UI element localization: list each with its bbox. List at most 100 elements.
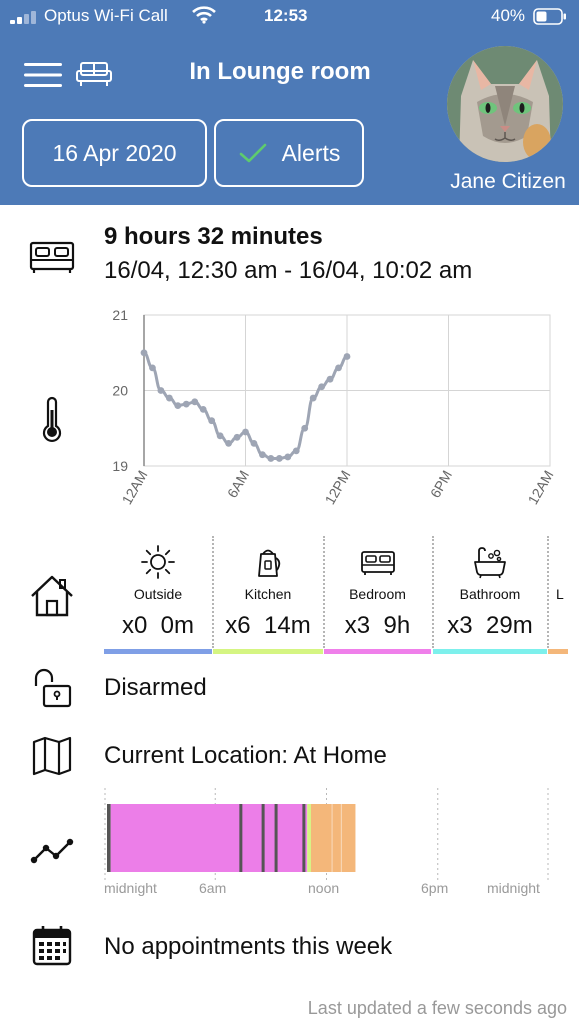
last-updated: Last updated a few seconds ago bbox=[307, 998, 567, 1018]
calendar-icon bbox=[28, 922, 76, 970]
temperature-point bbox=[182, 400, 190, 408]
checkmark-icon bbox=[239, 143, 266, 163]
signal-icon bbox=[10, 11, 36, 24]
date-label: 16 Apr 2020 bbox=[52, 139, 177, 166]
room-name: L bbox=[556, 586, 564, 602]
room-name: Kitchen bbox=[244, 586, 292, 602]
timeline-segment bbox=[107, 804, 111, 872]
room-color-bar bbox=[548, 649, 568, 654]
timeline-segment bbox=[110, 804, 308, 872]
activity-graph-icon bbox=[28, 828, 76, 876]
room-color-bar bbox=[433, 649, 547, 654]
alerts-button[interactable]: Alerts bbox=[214, 119, 364, 187]
temperature-point bbox=[335, 364, 342, 372]
sleep-duration: 9 hours 32 minutes bbox=[104, 223, 323, 250]
temperature-point bbox=[140, 349, 148, 357]
temperature-point bbox=[309, 394, 317, 402]
current-location: Current Location: At Home bbox=[104, 742, 387, 769]
room-name: Outside bbox=[133, 586, 183, 602]
page-title: In Lounge room bbox=[189, 58, 371, 85]
temperature-point bbox=[233, 433, 241, 441]
room-stats: x3 29m bbox=[447, 612, 533, 639]
temperature-point bbox=[242, 428, 249, 436]
room-stats: x3 9h bbox=[344, 612, 411, 639]
temperature-point bbox=[199, 405, 207, 413]
timeline-label: noon bbox=[308, 880, 340, 896]
y-tick-label: 21 bbox=[112, 307, 128, 323]
temperature-chart: 19202112AM 6AM 12PM 6PM 12AM bbox=[112, 307, 556, 508]
room-stats: x6 14m bbox=[225, 612, 311, 639]
carrier-label: Optus Wi-Fi Call bbox=[44, 6, 168, 25]
battery-percent: 40% bbox=[491, 6, 526, 25]
timeline-marker bbox=[274, 804, 278, 872]
bathtub-icon bbox=[474, 547, 506, 579]
room-tile-bedroom[interactable]: Bedroom x3 9h bbox=[324, 536, 431, 654]
temperature-point bbox=[318, 383, 326, 391]
temperature-point bbox=[343, 353, 351, 360]
temperature-point bbox=[259, 451, 266, 459]
house-icon bbox=[28, 572, 76, 620]
temperature-point bbox=[267, 455, 275, 462]
temperature-point bbox=[250, 439, 258, 447]
temperature-point bbox=[292, 447, 300, 455]
clock: 12:53 bbox=[264, 6, 308, 25]
room-stats: x0 0m bbox=[121, 612, 195, 639]
hamburger-menu-icon[interactable] bbox=[24, 62, 62, 88]
cat-photo-icon bbox=[447, 46, 563, 162]
timeline-label: midnight bbox=[104, 880, 157, 896]
room-tile-bathroom[interactable]: Bathroom x3 29m bbox=[433, 536, 547, 654]
map-icon bbox=[28, 732, 76, 780]
x-tick-label: 6PM bbox=[427, 468, 455, 501]
status-bar: Optus Wi-Fi Call 12:53 40% bbox=[0, 0, 579, 34]
timeline-label: 6pm bbox=[421, 880, 449, 896]
x-tick-label: 6AM bbox=[224, 468, 252, 501]
avatar[interactable] bbox=[447, 46, 563, 162]
wifi-icon bbox=[192, 6, 216, 24]
temperature-point bbox=[216, 432, 224, 440]
timeline-marker bbox=[261, 804, 265, 872]
room-color-bar bbox=[213, 649, 323, 654]
temperature-point bbox=[174, 402, 182, 409]
room-tile-kitchen[interactable]: Kitchen x6 14m bbox=[213, 536, 323, 654]
sleep-time-range: 16/04, 12:30 am - 16/04, 10:02 am bbox=[104, 257, 473, 284]
temperature-point bbox=[191, 398, 199, 406]
timeline-segment bbox=[307, 804, 311, 872]
temperature-point bbox=[165, 394, 173, 402]
room-name: Bedroom bbox=[349, 586, 406, 602]
room-tile-outside[interactable]: Outside x0 0m bbox=[104, 536, 212, 654]
sun-icon bbox=[141, 545, 175, 579]
alarm-status: Disarmed bbox=[104, 674, 207, 701]
room-color-bar bbox=[104, 649, 212, 654]
battery-icon bbox=[533, 8, 566, 25]
appointments-status: No appointments this week bbox=[104, 933, 393, 960]
room-name: Bathroom bbox=[459, 586, 521, 602]
bed-icon bbox=[28, 232, 76, 280]
header: Optus Wi-Fi Call 12:53 40% In Lounge roo… bbox=[0, 0, 579, 205]
thermometer-icon bbox=[28, 396, 76, 444]
room-tile-partial[interactable]: L bbox=[548, 536, 568, 654]
temperature-point bbox=[275, 455, 283, 462]
timeline-segment bbox=[310, 804, 356, 872]
user-name: Jane Citizen bbox=[450, 170, 566, 193]
timeline-marker bbox=[239, 804, 243, 872]
sofa-icon[interactable] bbox=[76, 61, 112, 87]
date-picker-button[interactable]: 16 Apr 2020 bbox=[22, 119, 207, 187]
room-color-bar bbox=[324, 649, 431, 654]
x-tick-label: 12AM bbox=[524, 468, 556, 508]
unlocked-padlock-icon bbox=[28, 664, 76, 712]
x-tick-label: 12PM bbox=[321, 468, 353, 508]
temperature-point bbox=[301, 424, 309, 432]
timeline-label: midnight bbox=[487, 880, 540, 896]
y-tick-label: 20 bbox=[112, 383, 128, 399]
temperature-point bbox=[225, 439, 232, 447]
temperature-point bbox=[149, 364, 156, 372]
temperature-point bbox=[284, 453, 292, 461]
temperature-point bbox=[208, 417, 216, 425]
timeline-label: 6am bbox=[199, 880, 227, 896]
kettle-icon bbox=[258, 549, 281, 577]
temperature-point bbox=[326, 375, 334, 383]
temperature-point bbox=[157, 387, 165, 394]
bed-icon bbox=[360, 551, 395, 575]
y-tick-label: 19 bbox=[112, 458, 128, 474]
alerts-label: Alerts bbox=[281, 139, 341, 166]
